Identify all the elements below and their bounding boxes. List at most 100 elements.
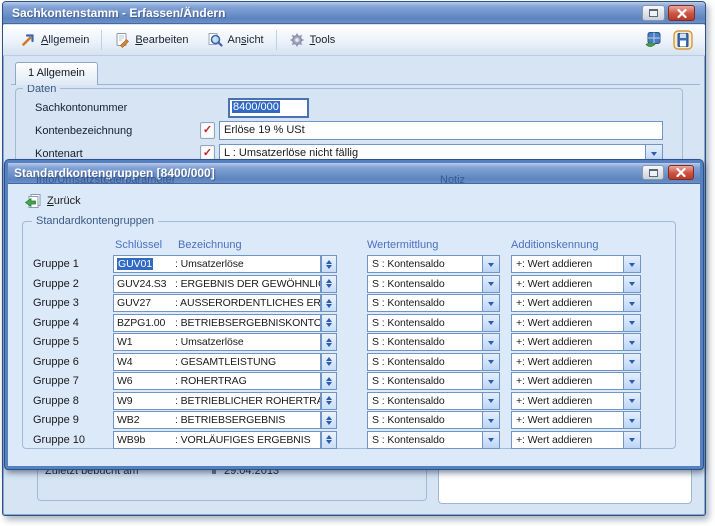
additionskennung-select[interactable]: +: Wert addieren [511,314,641,332]
spinner-control[interactable] [321,392,337,410]
wertermittlung-select[interactable]: S : Kontensaldo [367,392,500,410]
additionskennung-select[interactable]: +: Wert addieren [511,294,641,312]
dropdown-button[interactable] [623,315,640,331]
wertermittlung-select[interactable]: S : Kontensaldo [367,294,500,312]
additionskennung-value: +: Wert addieren [512,256,623,272]
dialog-restore-button[interactable] [642,165,664,180]
wertermittlung-select[interactable]: S : Kontensaldo [367,255,500,273]
sachkontonummer-label: Sachkontonummer [35,102,127,114]
wertermittlung-select[interactable]: S : Kontensaldo [367,275,500,293]
additionskennung-select[interactable]: +: Wert addieren [511,392,641,410]
zurueck-button[interactable]: Zurück [20,191,85,211]
kontenbezeichnung-check-button[interactable]: ✓ [200,122,215,139]
wertermittlung-select[interactable]: S : Kontensaldo [367,353,500,371]
spinner-control[interactable] [321,294,337,312]
chevron-down-icon [488,419,494,426]
menu-ansicht[interactable]: Ansicht [198,28,273,52]
sachkontonummer-input[interactable]: 8400/000 [228,98,309,118]
spinner-control[interactable] [321,255,337,273]
schluessel-field[interactable]: W6 : ROHERTRAG [113,372,321,390]
dropdown-button[interactable] [482,354,499,370]
schluessel-field[interactable]: WB9b : VORLÄUFIGES ERGEBNIS [113,431,321,449]
dropdown-button[interactable] [482,276,499,292]
schluessel-field[interactable]: W1 : Umsatzerlöse [113,333,321,351]
spinner-control[interactable] [321,314,337,332]
bezeichnung-value: : AUSSERORDENTLICHES ERGEBNIS [175,295,320,311]
schluessel-field[interactable]: BZPG1.00 : BETRIEBSERGEBNISKONTO [113,314,321,332]
globe-package-icon [644,30,664,49]
additionskennung-select[interactable]: +: Wert addieren [511,372,641,390]
row-label: Gruppe 1 [33,258,79,270]
dropdown-button[interactable] [623,334,640,350]
additionskennung-select[interactable]: +: Wert addieren [511,255,641,273]
menu-tools[interactable]: Tools [280,28,345,52]
dropdown-button[interactable] [623,412,640,428]
schluessel-value: BZPG1.00 [114,315,175,331]
restore-button[interactable] [642,5,665,21]
dropdown-button[interactable] [623,276,640,292]
save-floppy-icon [673,30,693,50]
wertermittlung-value: S : Kontensaldo [368,334,482,350]
dropdown-button[interactable] [482,373,499,389]
spinner-control[interactable] [321,353,337,371]
wertermittlung-select[interactable]: S : Kontensaldo [367,431,500,449]
tab-allgemein[interactable]: 1 Allgemein [15,62,98,85]
table-row: Gruppe 4 BZPG1.00 : BETRIEBSERGEBNISKONT… [8,314,700,334]
dropdown-button[interactable] [623,354,640,370]
menu-bearbeiten[interactable]: Bearbeiten [105,28,197,52]
dropdown-button[interactable] [482,393,499,409]
dropdown-button[interactable] [482,295,499,311]
wertermittlung-select[interactable]: S : Kontensaldo [367,333,500,351]
tabstrip-line [11,84,700,85]
additionskennung-value: +: Wert addieren [512,393,623,409]
wertermittlung-select[interactable]: S : Kontensaldo [367,314,500,332]
dropdown-button[interactable] [482,412,499,428]
dropdown-button[interactable] [482,256,499,272]
schluessel-field[interactable]: GUV24.S3 : ERGEBNIS DER GEWÖHNLICHEN GES [113,275,321,293]
dialog-close-button[interactable] [668,165,694,180]
spinner-control[interactable] [321,431,337,449]
save-button[interactable] [673,30,693,50]
schluessel-field[interactable]: W4 : GESAMTLEISTUNG [113,353,321,371]
kontenbezeichnung-value: Erlöse 19 % USt [224,124,305,136]
schluessel-field[interactable]: GUV01 : Umsatzerlöse [113,255,321,273]
additionskennung-select[interactable]: +: Wert addieren [511,275,641,293]
wertermittlung-select[interactable]: S : Kontensaldo [367,372,500,390]
schluessel-field[interactable]: W9 : BETRIEBLICHER ROHERTRAG [113,392,321,410]
wertermittlung-value: S : Kontensaldo [368,432,482,448]
chevron-down-icon [488,360,494,367]
dropdown-button[interactable] [623,432,640,448]
dropdown-button[interactable] [623,256,640,272]
additionskennung-select[interactable]: +: Wert addieren [511,411,641,429]
menu-allgemein[interactable]: Allgemein [11,28,98,52]
spinner-control[interactable] [321,411,337,429]
spinner-control[interactable] [321,333,337,351]
dropdown-button[interactable] [482,432,499,448]
dropdown-button[interactable] [623,373,640,389]
schluessel-value: WB9b [114,432,175,448]
additionskennung-select[interactable]: +: Wert addieren [511,333,641,351]
menu-separator [276,30,277,50]
bezeichnung-value: : GESAMTLEISTUNG [175,354,320,370]
additionskennung-select[interactable]: +: Wert addieren [511,431,641,449]
schluessel-field[interactable]: GUV27 : AUSSERORDENTLICHES ERGEBNIS [113,294,321,312]
close-button[interactable] [668,5,695,21]
chevron-down-icon [488,282,494,289]
dropdown-button[interactable] [482,334,499,350]
additionskennung-select[interactable]: +: Wert addieren [511,353,641,371]
spinner-control[interactable] [321,372,337,390]
schluessel-field[interactable]: WB2 : BETRIEBSERGEBNIS [113,411,321,429]
kontenbezeichnung-input[interactable]: Erlöse 19 % USt [219,121,663,140]
standardkontengruppen-dialog: Standardkontengruppen [8400/000] Info/Um… [5,160,703,469]
publish-button[interactable] [644,30,664,50]
dropdown-button[interactable] [482,315,499,331]
wertermittlung-select[interactable]: S : Kontensaldo [367,411,500,429]
spin-down-icon [326,284,332,288]
chevron-down-icon [629,419,635,426]
spinner-control[interactable] [321,275,337,293]
dropdown-button[interactable] [623,295,640,311]
dropdown-button[interactable] [623,393,640,409]
row-label: Gruppe 5 [33,336,79,348]
bezeichnung-value: : BETRIEBSERGEBNIS [175,412,320,428]
chevron-down-icon [629,380,635,387]
